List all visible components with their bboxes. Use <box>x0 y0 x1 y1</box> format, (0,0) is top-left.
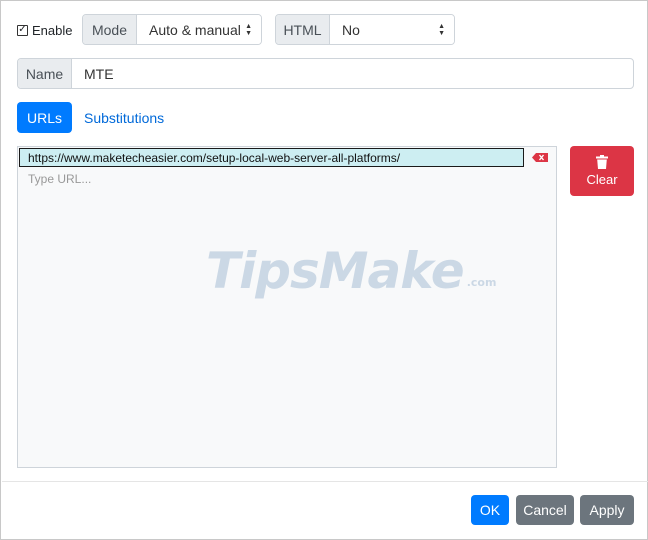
mode-select-group: Mode Auto & manual ▲ ▼ <box>82 14 262 45</box>
url-list-item[interactable]: https://www.maketecheasier.com/setup-loc… <box>19 148 524 167</box>
mode-label: Mode <box>83 15 137 44</box>
up-down-icon: ▲ ▼ <box>245 22 252 37</box>
url-input-placeholder[interactable]: Type URL... <box>28 172 91 186</box>
tab-urls[interactable]: URLs <box>17 102 72 133</box>
html-select-value: No <box>342 21 360 38</box>
url-text: https://www.maketecheasier.com/setup-loc… <box>28 150 401 165</box>
name-field-group: Name MTE <box>17 58 634 89</box>
clear-button[interactable]: Clear <box>570 146 634 196</box>
watermark-text: TipsMake <box>206 242 465 300</box>
cancel-button[interactable]: Cancel <box>516 495 574 525</box>
mode-select[interactable]: Auto & manual ▲ ▼ <box>137 15 261 44</box>
tab-substitutions[interactable]: Substitutions <box>84 102 164 133</box>
enable-label: Enable <box>32 22 73 38</box>
watermark-suffix: .com <box>466 276 497 289</box>
clear-label: Clear <box>586 172 618 187</box>
url-list[interactable]: https://www.maketecheasier.com/setup-loc… <box>17 146 557 468</box>
name-input[interactable]: MTE <box>72 59 633 88</box>
ok-button[interactable]: OK <box>471 495 509 525</box>
up-down-icon: ▲ ▼ <box>438 22 445 37</box>
dialog: ✓ Enable Mode Auto & manual ▲ ▼ HTML No ▲… <box>0 0 648 540</box>
footer-divider <box>2 481 648 482</box>
watermark: TipsMake .com <box>206 241 496 297</box>
name-label: Name <box>18 59 72 88</box>
mode-select-value: Auto & manual <box>149 21 241 38</box>
apply-button[interactable]: Apply <box>580 495 634 525</box>
html-label: HTML <box>276 15 330 44</box>
enable-checkbox[interactable]: ✓ Enable <box>17 21 72 39</box>
html-select-group: HTML No ▲ ▼ <box>275 14 455 45</box>
html-select[interactable]: No ▲ ▼ <box>330 15 454 44</box>
x-tag-icon[interactable] <box>532 153 548 162</box>
trash-icon <box>596 155 608 169</box>
checkbox-icon[interactable]: ✓ <box>17 24 28 36</box>
